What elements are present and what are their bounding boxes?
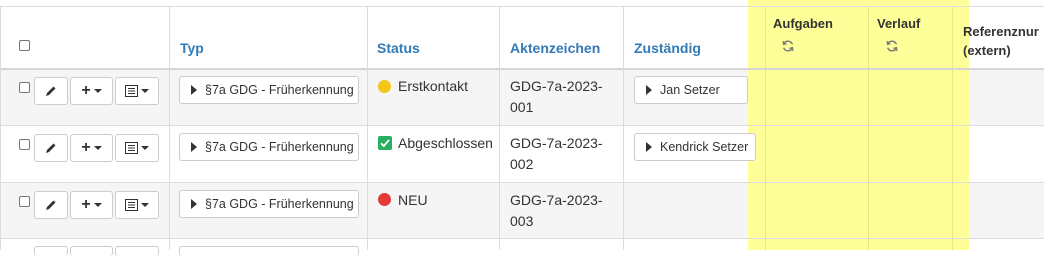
caret-right-icon	[191, 142, 197, 152]
add-dropdown-button[interactable]: +	[70, 191, 113, 219]
typ-dropdown-button[interactable]: §7a GDG - Früherkennung	[179, 190, 359, 218]
plus-icon: +	[81, 139, 91, 156]
chevron-down-icon	[93, 146, 102, 150]
yellow-dot-icon	[378, 80, 391, 93]
column-header-referenz-line1: Referenznur	[963, 24, 1039, 39]
caret-right-icon	[646, 85, 652, 95]
list-dropdown-button[interactable]	[115, 134, 159, 162]
list-dropdown-button[interactable]	[115, 191, 159, 219]
typ-dropdown-button[interactable]: §7a GDG - Früherkennung	[179, 133, 359, 161]
row-checkbox[interactable]	[19, 196, 30, 207]
green-check-icon	[378, 136, 392, 150]
col-divider	[0, 6, 1, 250]
chevron-down-icon	[141, 146, 149, 150]
pencil-icon	[46, 143, 56, 153]
col-divider	[367, 6, 368, 250]
status-text: Abgeschlossen	[398, 135, 493, 151]
zustaendig-label: Kendrick Setzer	[660, 140, 749, 154]
aktenzeichen-line2: 003	[510, 213, 534, 229]
status-text: NEU	[398, 192, 428, 208]
highlight-separator	[952, 6, 953, 250]
list-dropdown-button-partial[interactable]	[115, 246, 159, 256]
typ-label: §7a GDG - Früherkennung	[205, 197, 354, 211]
list-icon	[125, 85, 138, 97]
typ-label: §7a GDG - Früherkennung	[205, 83, 354, 97]
col-divider	[623, 6, 624, 250]
zustaendig-dropdown-button[interactable]: Jan Setzer	[634, 76, 748, 104]
caret-right-icon	[191, 85, 197, 95]
col-divider	[169, 6, 170, 250]
column-header-referenz-line2: (extern)	[963, 43, 1011, 58]
add-dropdown-button[interactable]: +	[70, 77, 113, 105]
row-divider	[0, 238, 1044, 239]
chevron-down-icon	[141, 89, 149, 93]
red-dot-icon	[378, 193, 391, 206]
edit-button-partial[interactable]	[34, 246, 68, 256]
aktenzeichen-line2: 002	[510, 156, 534, 172]
row-divider	[0, 125, 1044, 126]
add-dropdown-button[interactable]: +	[70, 134, 113, 162]
chevron-down-icon	[141, 203, 149, 207]
select-all-checkbox[interactable]	[19, 40, 30, 51]
aktenzeichen-line1: GDG-7a-2023-	[510, 192, 603, 208]
column-header-typ[interactable]: Typ	[180, 40, 204, 56]
highlight-separator	[868, 6, 869, 250]
row-divider	[0, 182, 1044, 183]
column-header-aufgaben: Aufgaben	[773, 16, 833, 31]
typ-dropdown-button[interactable]: §7a GDG - Früherkennung	[179, 76, 359, 104]
list-icon	[125, 142, 138, 154]
edit-button[interactable]	[34, 77, 68, 105]
header-divider	[0, 68, 1044, 70]
column-header-referenznummer: Referenznur (extern)	[963, 22, 1039, 60]
plus-icon: +	[81, 196, 91, 213]
aktenzeichen-line1: GDG-7a-2023-	[510, 135, 603, 151]
column-header-aktenzeichen[interactable]: Aktenzeichen	[510, 40, 600, 56]
plus-icon: +	[81, 82, 91, 99]
list-icon	[125, 199, 138, 211]
zustaendig-label: Jan Setzer	[660, 83, 720, 97]
chevron-down-icon	[93, 203, 102, 207]
row-divider	[0, 6, 1044, 7]
chevron-down-icon	[93, 89, 102, 93]
refresh-aufgaben-icon[interactable]	[781, 39, 795, 53]
edit-button[interactable]	[34, 191, 68, 219]
caret-right-icon	[646, 142, 652, 152]
row-checkbox[interactable]	[19, 139, 30, 150]
typ-label: §7a GDG - Früherkennung	[205, 140, 354, 154]
caret-right-icon	[191, 199, 197, 209]
column-header-zustaendig[interactable]: Zuständig	[634, 40, 701, 56]
pencil-icon	[46, 86, 56, 96]
pencil-icon	[46, 200, 56, 210]
edit-button[interactable]	[34, 134, 68, 162]
highlight-separator	[765, 6, 766, 250]
aktenzeichen-line1: GDG-7a-2023-	[510, 78, 603, 94]
refresh-verlauf-icon[interactable]	[885, 39, 899, 53]
row-checkbox[interactable]	[19, 82, 30, 93]
list-dropdown-button[interactable]	[115, 77, 159, 105]
status-text: Erstkontakt	[398, 78, 469, 94]
add-dropdown-button-partial[interactable]	[70, 246, 113, 256]
zustaendig-dropdown-button[interactable]: Kendrick Setzer	[634, 133, 756, 161]
col-divider	[499, 6, 500, 250]
column-header-status[interactable]: Status	[377, 40, 420, 56]
aktenzeichen-line2: 001	[510, 99, 534, 115]
typ-dropdown-button-partial[interactable]	[179, 246, 359, 256]
column-header-verlauf: Verlauf	[877, 16, 921, 31]
